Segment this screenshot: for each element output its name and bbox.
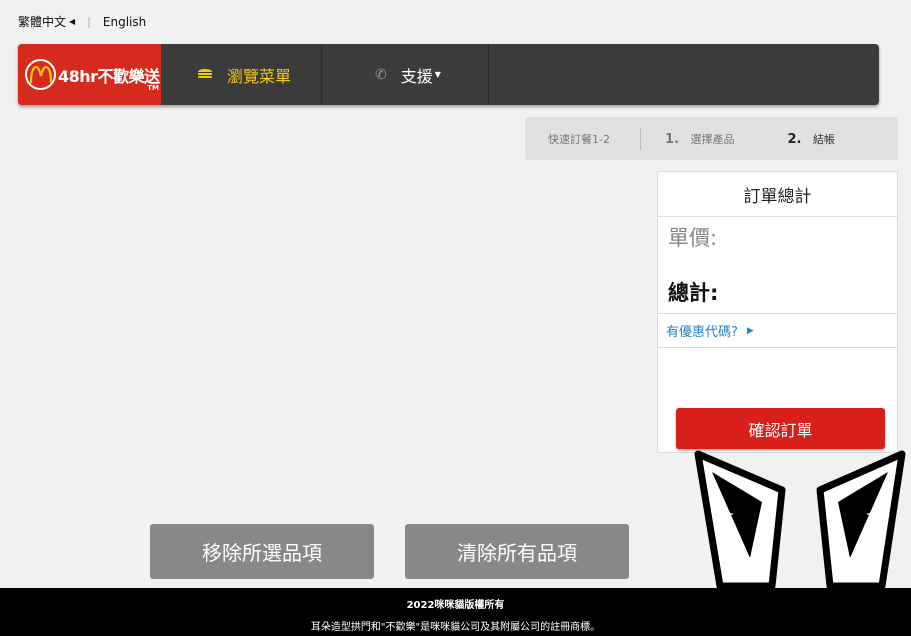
total-label: 總計:: [668, 281, 719, 305]
brand-home-link[interactable]: 48hr不歡樂送 TM: [18, 44, 161, 105]
remove-selected-button[interactable]: 移除所選品項: [150, 524, 374, 579]
step1-number: 1.: [664, 131, 679, 147]
phone-icon: ✆: [375, 66, 387, 83]
burger-icon: [197, 67, 213, 83]
promo-code-label: 有優惠代碼?: [666, 325, 738, 340]
trademark-text: 耳朵造型拱門和"不歡樂"是咪咪貓公司及其附屬公司的註冊商標。: [310, 622, 601, 633]
step1-label: 選擇產品: [690, 132, 735, 146]
footer: 2022咪咪貓版權所有 耳朵造型拱門和"不歡樂"是咪咪貓公司及其附屬公司的註冊商…: [0, 588, 911, 636]
language-divider: |: [87, 15, 91, 28]
language-switcher: 繁體中文 ◀ | English: [18, 13, 146, 30]
brand-name: 48hr不歡樂送: [58, 66, 160, 86]
nav-support-menu[interactable]: ✆ 支援 ▼: [322, 44, 489, 105]
cat-ears-logo: [690, 450, 910, 594]
trademark-mark: TM: [147, 84, 159, 92]
quick-order-label: 快速訂餐1-2: [548, 132, 610, 146]
chevron-down-icon: ▼: [434, 70, 441, 79]
order-summary-title: 訂單總計: [658, 172, 897, 217]
order-summary-panel: 訂單總計 單價: 總計: 有優惠代碼? ▶ 確認訂單: [657, 171, 898, 453]
support-label: 支援: [400, 66, 433, 86]
confirm-order-button[interactable]: 確認訂單: [676, 408, 885, 449]
nav-browse-menu[interactable]: 瀏覽菜單: [161, 44, 322, 105]
arches-logo-icon: [25, 59, 56, 90]
language-english[interactable]: English: [103, 15, 146, 29]
unit-price-label: 單價:: [668, 226, 718, 250]
copyright-text: 2022咪咪貓版權所有: [406, 600, 505, 611]
caret-left-icon: ◀: [69, 17, 76, 26]
browse-label: 瀏覽菜單: [227, 66, 292, 86]
step2-label: 結帳: [812, 132, 835, 146]
promo-code-link[interactable]: 有優惠代碼? ▶: [658, 313, 897, 348]
clear-all-button[interactable]: 清除所有品項: [405, 524, 629, 579]
checkout-steps: 快速訂餐1-2 1. 選擇產品 2. 結帳: [525, 117, 898, 160]
main-nav: 48hr不歡樂送 TM 瀏覽菜單 ✆ 支援 ▼: [18, 44, 879, 105]
language-current[interactable]: 繁體中文: [18, 13, 66, 30]
step-select-products[interactable]: 1. 選擇產品: [665, 131, 734, 147]
steps-divider: [639, 127, 641, 150]
step2-number: 2.: [787, 131, 802, 147]
chevron-right-icon: ▶: [746, 325, 754, 336]
step-checkout: 2. 結帳: [787, 131, 834, 147]
